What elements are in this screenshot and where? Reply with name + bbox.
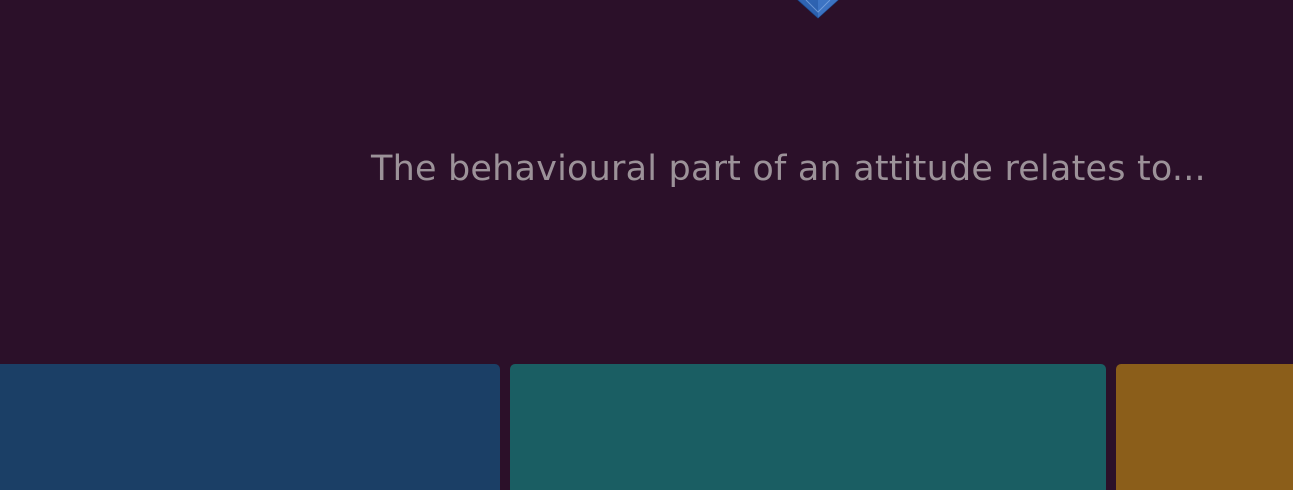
answer-option-1[interactable] [0, 364, 500, 490]
question-text: The behavioural part of an attitude rela… [371, 149, 1206, 189]
answer-option-2[interactable] [510, 364, 1106, 490]
answer-option-3[interactable] [1116, 364, 1293, 490]
gem-icon [797, 0, 839, 19]
quiz-stage: The behavioural part of an attitude rela… [0, 0, 1293, 490]
